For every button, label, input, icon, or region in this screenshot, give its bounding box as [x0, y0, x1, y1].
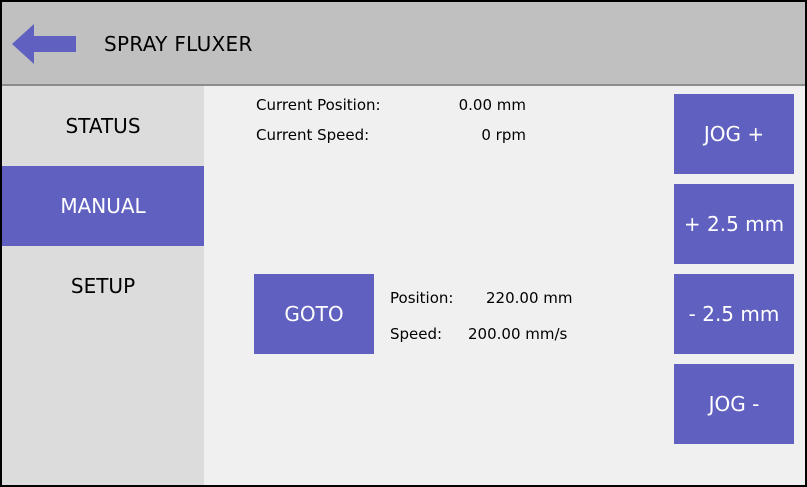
step-minus-button[interactable]: - 2.5 mm	[674, 274, 794, 354]
goto-speed-value[interactable]: 200.00 mm/s	[468, 325, 567, 343]
sidebar-item-label: SETUP	[70, 274, 136, 298]
goto-button[interactable]: GOTO	[254, 274, 374, 354]
sidebar-item-label: MANUAL	[60, 194, 146, 218]
current-position-value: 0.00 mm	[458, 96, 526, 114]
sidebar-item-label: STATUS	[65, 114, 141, 138]
manual-panel: Current Position: 0.00 mm Current Speed:…	[204, 86, 805, 485]
hmi-screen: SPRAY FLUXER STATUS MANUAL SETUP Current…	[0, 0, 807, 487]
current-position-label: Current Position:	[256, 96, 381, 114]
sidebar-item-manual[interactable]: MANUAL	[2, 166, 204, 246]
page-title: SPRAY FLUXER	[104, 32, 253, 56]
arrow-left-icon	[12, 24, 76, 64]
sidebar-item-setup[interactable]: SETUP	[2, 246, 204, 326]
current-speed-value: 0 rpm	[481, 126, 526, 144]
sidebar: STATUS MANUAL SETUP	[2, 86, 204, 485]
header-bar: SPRAY FLUXER	[2, 2, 805, 86]
jog-plus-button[interactable]: JOG +	[674, 94, 794, 174]
back-button[interactable]	[12, 22, 78, 66]
sidebar-item-status[interactable]: STATUS	[2, 86, 204, 166]
goto-position-value[interactable]: 220.00 mm	[486, 289, 572, 307]
current-speed-label: Current Speed:	[256, 126, 370, 144]
jog-minus-button[interactable]: JOG -	[674, 364, 794, 444]
step-plus-button[interactable]: + 2.5 mm	[674, 184, 794, 264]
goto-speed-label: Speed:	[390, 325, 443, 343]
goto-position-label: Position:	[390, 289, 454, 307]
